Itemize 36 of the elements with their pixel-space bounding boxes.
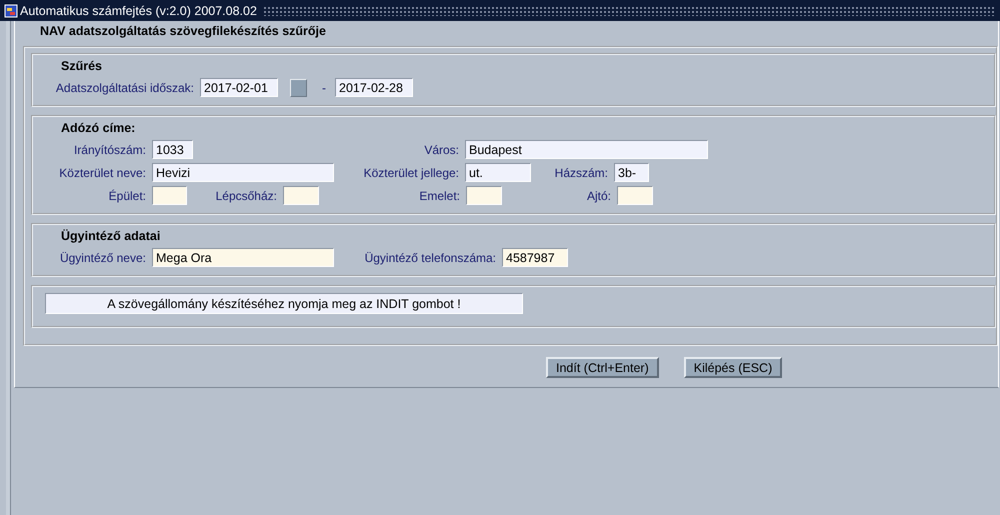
input-field[interactable] [617, 186, 653, 205]
exit-button[interactable]: Kilépés (ESC) [684, 357, 782, 378]
field-label: Adatszolgáltatási időszak: [54, 80, 194, 94]
section-title: Ügyintéző adatai [61, 229, 162, 243]
field-label: Lépcsőház: [214, 188, 277, 202]
section-title: Adózó címe: [61, 121, 136, 135]
form-title: NAV adatszolgáltatás szövegfilekészítés szűrője [40, 24, 327, 40]
field-label: Irányítószám: [72, 142, 146, 156]
input-field[interactable]: 4587987 [502, 248, 568, 267]
field-label: Épület: [108, 188, 146, 202]
field-label: Közterület neve: [58, 166, 146, 180]
field-label: Ügyintéző telefonszáma: [364, 250, 496, 264]
input-field[interactable]: Mega Ora [152, 248, 334, 267]
app-icon [4, 4, 18, 18]
input-field[interactable] [152, 186, 187, 205]
date-picker-button[interactable] [290, 78, 307, 96]
input-field[interactable]: 2017-02-01 [200, 78, 278, 97]
input-field[interactable] [466, 186, 502, 205]
input-field[interactable]: ut. [465, 163, 531, 182]
window-title: Automatikus számfejtés (v:2.0) 2007.08.02 [20, 4, 257, 18]
start-button[interactable]: Indít (Ctrl+Enter) [546, 357, 659, 378]
field-label: Közterület jellege: [362, 166, 459, 180]
input-field[interactable]: 2017-02-28 [335, 78, 413, 97]
input-field[interactable] [283, 186, 319, 205]
input-field[interactable]: 3b- [614, 163, 649, 182]
field-label: Ajtó: [586, 188, 611, 202]
field-label: Emelet: [418, 188, 460, 202]
status-message: A szövegállomány készítéséhez nyomja meg az INDIT gombot ! [45, 293, 523, 314]
field-label: Ügyintéző neve: [58, 250, 146, 264]
field-label: Város: [423, 142, 459, 156]
input-field[interactable]: 1033 [152, 140, 193, 159]
range-dash: - [321, 80, 327, 94]
section-title: Szűrés [61, 59, 103, 73]
input-field[interactable]: Budapest [465, 140, 708, 159]
input-field[interactable]: Hevizi [152, 163, 334, 182]
field-label: Házszám: [554, 166, 608, 180]
